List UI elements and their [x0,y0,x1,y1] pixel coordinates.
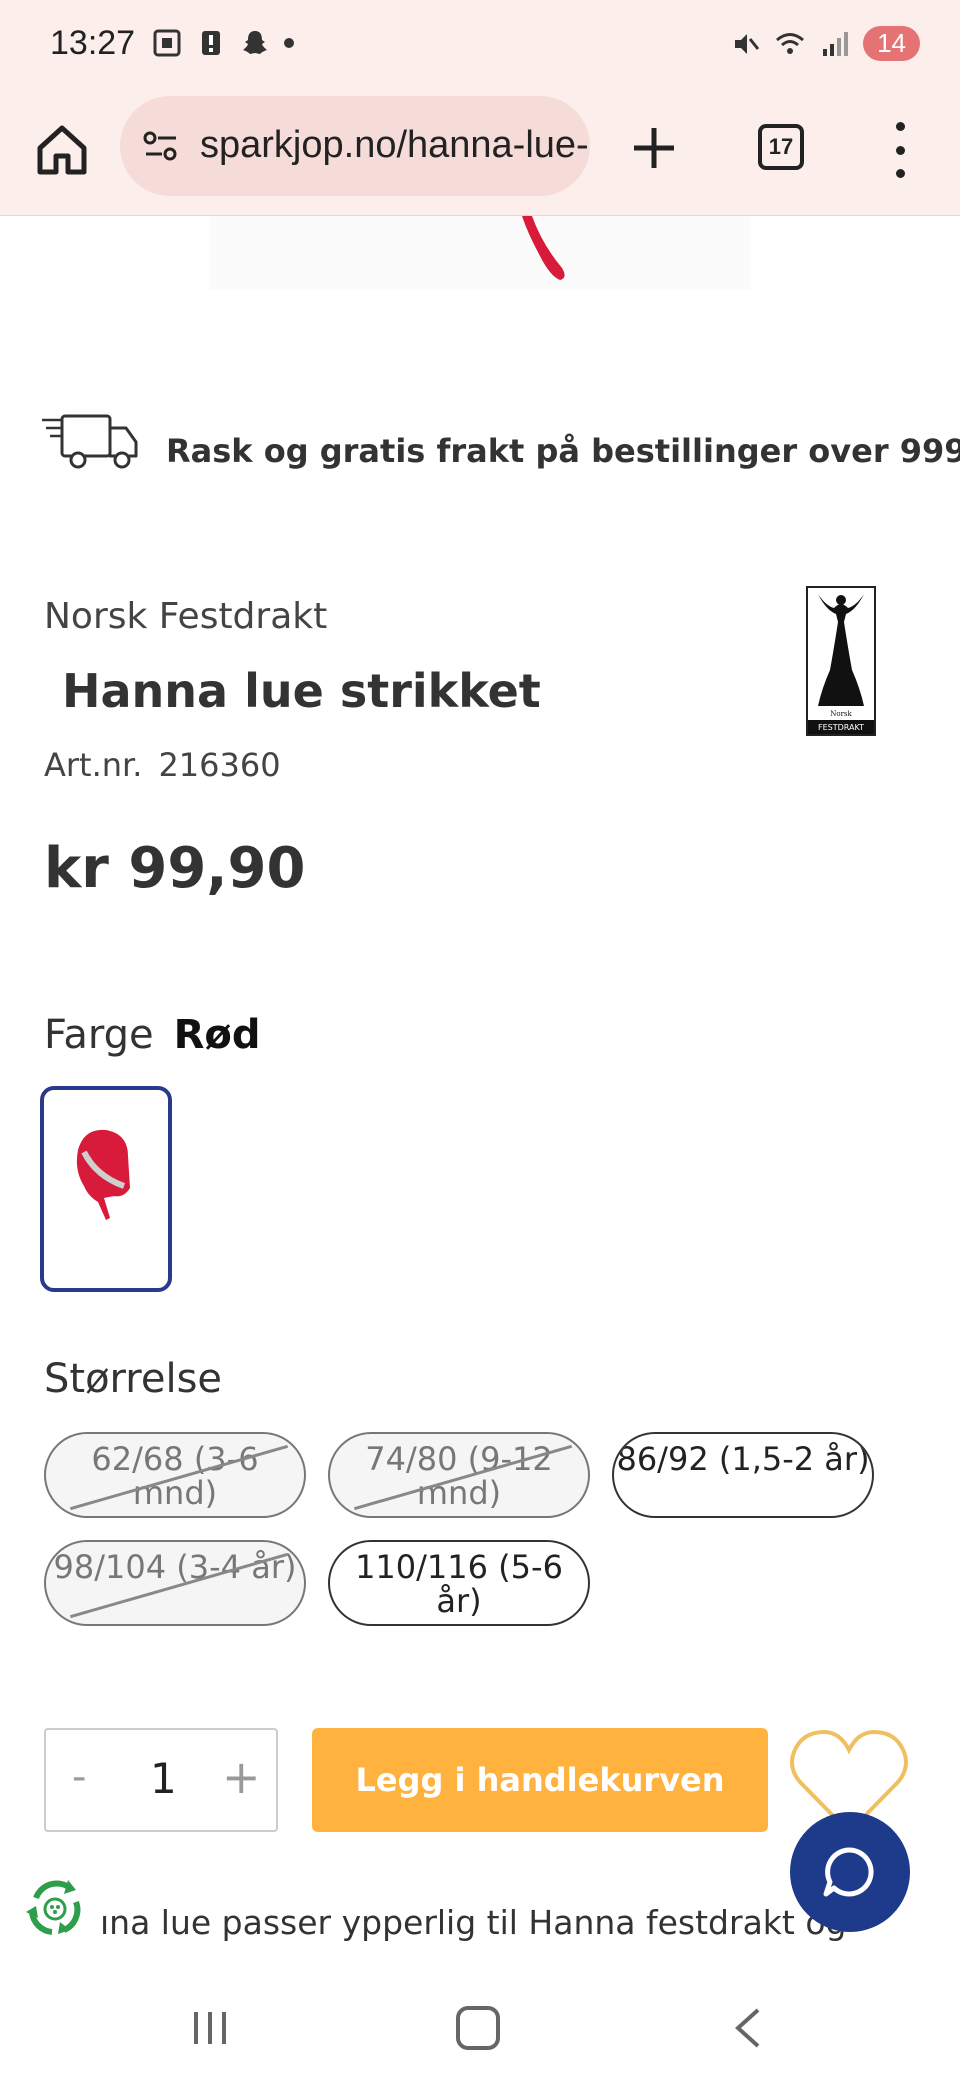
system-nav-bar [0,1964,960,2080]
back-icon[interactable] [728,2006,768,2050]
quantity-value[interactable]: 1 [150,1754,177,1803]
status-icons-left [152,28,294,58]
url-bar[interactable]: sparkjop.no/hanna-lue-strikket [120,96,590,196]
quantity-decrease-button[interactable]: - [72,1754,86,1800]
new-tab-icon[interactable] [630,124,678,172]
color-label-text: Farge [44,1012,154,1058]
battery-icon: 14 [863,26,920,61]
color-swatch-red[interactable] [40,1086,172,1292]
snapchat-icon [243,31,267,54]
status-time: 13:27 [50,24,136,62]
shipping-banner: Rask og gratis frakt på bestillinger ove… [40,412,960,482]
size-option-98-104[interactable]: 98/104 (3-4 år) [44,1540,306,1626]
signal-icon [823,31,849,56]
tab-switcher-button[interactable]: 17 [758,124,804,170]
quantity-stepper: - 1 + [44,1728,278,1832]
home-icon[interactable] [34,122,90,178]
product-price: kr 99,90 [44,836,306,901]
brand-logo[interactable]: Norsk FESTDRAKT [806,586,876,736]
size-option-86-92[interactable]: 86/92 (1,5-2 år) [612,1432,874,1518]
size-option-110-116[interactable]: 110/116 (5-6 år) [328,1540,590,1626]
product-title: Hanna lue strikket [62,664,541,718]
size-label: Størrelse [44,1356,223,1402]
chat-button[interactable] [790,1812,910,1932]
logo-text-top: Norsk [830,710,852,718]
add-to-cart-button[interactable]: Legg i handlekurven [312,1728,768,1832]
screenshot-icon [153,29,181,57]
color-label: Farge Rød [44,1012,261,1058]
wifi-icon [776,32,805,54]
url-text[interactable]: sparkjop.no/hanna-lue-strikket [200,124,590,167]
recent-apps-icon[interactable] [190,2008,230,2048]
brand-name[interactable]: Norsk Festdrakt [44,596,327,637]
article-number: Art.nr. 216360 [44,746,281,784]
browser-toolbar: sparkjop.no/hanna-lue-strikket 17 [0,92,960,216]
size-option-74-80[interactable]: 74/80 (9-12 mnd) [328,1432,590,1518]
color-value: Rød [173,1012,261,1058]
truck-icon [42,414,138,469]
quantity-increase-button[interactable]: + [222,1750,261,1804]
status-bar: 13:27 14 [0,0,960,92]
size-option-62-68[interactable]: 62/68 (3-6 mnd) [44,1432,306,1518]
dot-icon [284,38,294,48]
chat-icon [823,1847,874,1897]
mute-icon [735,33,760,54]
artnr-value: 216360 [158,746,281,784]
status-icons-right: 14 [731,26,920,61]
nav-home-icon[interactable] [456,2006,500,2050]
logo-text-bottom: FESTDRAKT [818,723,864,732]
more-menu-icon[interactable] [880,122,920,178]
product-image[interactable] [210,216,750,290]
alert-icon [202,31,220,55]
artnr-label: Art.nr. [44,746,143,784]
site-settings-icon[interactable] [142,130,180,164]
shipping-text: Rask og gratis frakt på bestillinger ove… [166,432,960,470]
recycle-icon[interactable] [18,1872,92,1946]
